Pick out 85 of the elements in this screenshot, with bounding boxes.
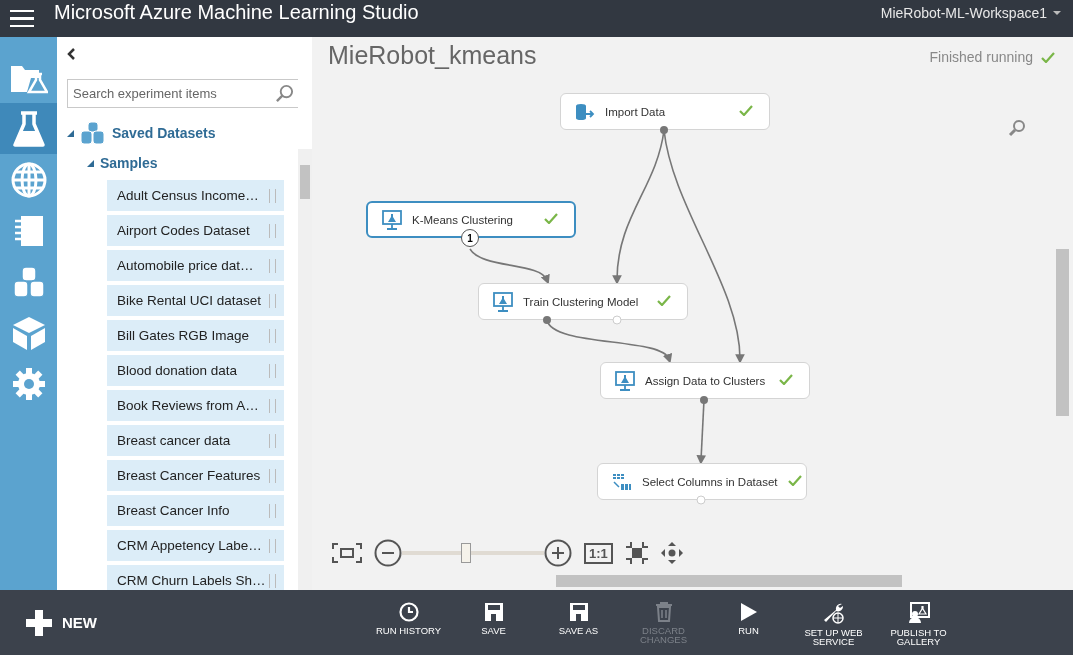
clock-icon bbox=[398, 601, 419, 622]
monitor-flask-icon bbox=[382, 209, 402, 230]
drag-handle-icon bbox=[269, 188, 276, 203]
drag-handle-icon bbox=[269, 573, 276, 588]
dataset-item[interactable]: Airport Codes Dataset bbox=[107, 215, 284, 246]
drag-handle-icon bbox=[269, 538, 276, 553]
module-node[interactable]: Train Clustering Model bbox=[478, 283, 688, 320]
module-title: Select Columns in Dataset bbox=[642, 475, 778, 488]
module-node[interactable]: Select Columns in Dataset bbox=[597, 463, 807, 500]
output-port[interactable] bbox=[660, 126, 668, 134]
dataset-item[interactable]: Automobile price dat… bbox=[107, 250, 284, 281]
finished-check-icon bbox=[657, 295, 671, 306]
drag-handle-icon bbox=[269, 328, 276, 343]
notebook-icon bbox=[12, 214, 45, 247]
flask-icon bbox=[12, 110, 45, 147]
workspace-dropdown[interactable]: MieRobot-ML-Workspace1 bbox=[880, 4, 1061, 21]
dataset-item[interactable]: Bill Gates RGB Image bbox=[107, 320, 284, 351]
expander-icon[interactable] bbox=[87, 159, 94, 167]
search-icon[interactable] bbox=[1008, 119, 1026, 137]
nav-rail-item[interactable] bbox=[0, 103, 57, 154]
drag-handle-icon bbox=[269, 223, 276, 238]
zoom-out-icon[interactable] bbox=[374, 539, 402, 567]
pan-icon[interactable] bbox=[660, 542, 683, 564]
finished-check-icon bbox=[739, 105, 753, 116]
experiment-title: MieRobot_kmeans bbox=[328, 41, 537, 70]
toolbar-button[interactable]: RUN bbox=[706, 597, 791, 648]
drag-handle-icon bbox=[269, 468, 276, 483]
drag-handle-icon bbox=[269, 398, 276, 413]
play-icon bbox=[739, 601, 758, 622]
globe-icon bbox=[10, 161, 47, 198]
toolbar-button[interactable]: SAVE AS bbox=[536, 597, 621, 648]
module-title: Assign Data to Clusters bbox=[645, 374, 767, 387]
tree-node-label[interactable]: Saved Datasets bbox=[112, 125, 216, 141]
scrollbar[interactable] bbox=[298, 149, 312, 590]
settings-icon bbox=[12, 367, 45, 400]
tree-node-label[interactable]: Samples bbox=[100, 155, 158, 171]
actual-size-button[interactable]: 1:1 bbox=[584, 542, 613, 564]
monitor-flask-icon bbox=[615, 370, 635, 391]
datasets-icon bbox=[80, 121, 106, 145]
dataset-item[interactable]: Breast Cancer Features bbox=[107, 460, 284, 491]
trash-icon bbox=[654, 601, 673, 622]
dataset-item[interactable]: Bike Rental UCI dataset bbox=[107, 285, 284, 316]
dataset-item[interactable]: Breast Cancer Info bbox=[107, 495, 284, 526]
drag-handle-icon bbox=[269, 433, 276, 448]
stacked-cylinders-icon bbox=[11, 264, 46, 299]
zoom-in-icon[interactable] bbox=[544, 539, 572, 567]
finished-check-icon bbox=[787, 475, 802, 486]
table-columns-icon bbox=[612, 472, 632, 491]
center-icon[interactable] bbox=[624, 541, 649, 565]
dataset-item[interactable]: CRM Churn Labels Sh… bbox=[107, 565, 284, 590]
toolbar-button[interactable]: SET UP WEB SERVICE bbox=[791, 597, 876, 648]
finished-check-icon bbox=[779, 374, 793, 385]
database-arrow-icon bbox=[575, 102, 595, 121]
app-title: Microsoft Azure Machine Learning Studio bbox=[54, 1, 420, 24]
zoom-slider[interactable] bbox=[402, 543, 544, 563]
module-title: K-Means Clustering bbox=[412, 213, 514, 226]
toolbar-button[interactable]: RUN HISTORY bbox=[366, 597, 451, 648]
status-check-icon bbox=[1041, 51, 1055, 63]
run-status: Finished running bbox=[929, 49, 1033, 65]
module-title: Import Data bbox=[605, 105, 667, 118]
output-port[interactable] bbox=[700, 396, 708, 404]
drag-handle-icon bbox=[269, 293, 276, 308]
drag-handle-icon bbox=[269, 363, 276, 378]
module-node[interactable]: Import Data bbox=[560, 93, 770, 130]
slider-thumb[interactable] bbox=[460, 543, 471, 563]
dataset-item[interactable]: CRM Appetency Labe… bbox=[107, 530, 284, 561]
drag-handle-icon bbox=[269, 258, 276, 273]
output-port[interactable] bbox=[543, 316, 551, 324]
monitor-flask-icon bbox=[493, 291, 513, 312]
dataset-item[interactable]: Breast cancer data bbox=[107, 425, 284, 456]
menu-icon[interactable] bbox=[10, 9, 34, 28]
fit-screen-icon[interactable] bbox=[332, 543, 362, 563]
plus-icon bbox=[26, 609, 52, 636]
presentation-icon bbox=[906, 601, 931, 624]
toolbar-button[interactable]: PUBLISH TO GALLERY bbox=[876, 597, 961, 648]
drag-handle-icon bbox=[269, 503, 276, 518]
dataset-item[interactable]: Book Reviews from A… bbox=[107, 390, 284, 421]
new-button[interactable]: NEW bbox=[26, 609, 366, 636]
cube-icon bbox=[11, 315, 46, 350]
toolbar-button[interactable]: SAVE bbox=[451, 597, 536, 648]
finished-check-icon bbox=[544, 213, 558, 224]
dataset-item[interactable]: Adult Census Income… bbox=[107, 180, 284, 211]
module-node[interactable]: Assign Data to Clusters bbox=[600, 362, 810, 399]
dataset-item[interactable]: Blood donation data bbox=[107, 355, 284, 386]
module-title: Train Clustering Model bbox=[523, 295, 640, 308]
